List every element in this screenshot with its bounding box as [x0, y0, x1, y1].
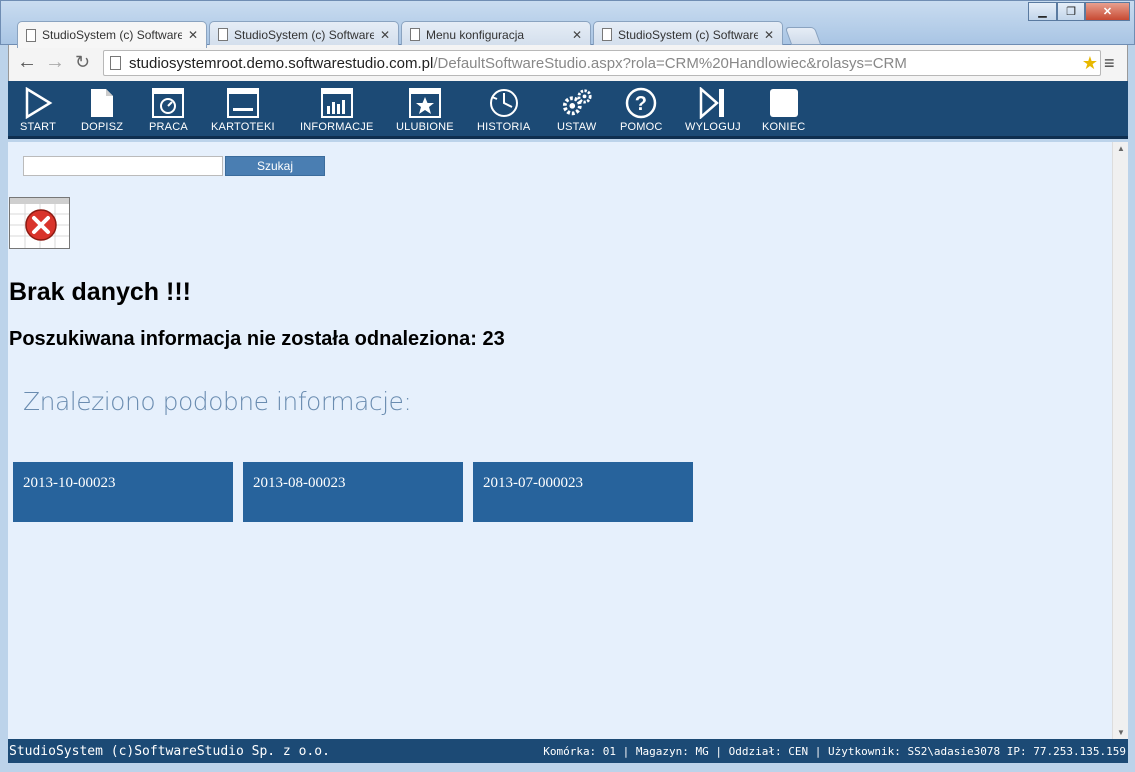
nav-koniec[interactable]: KONIEC — [762, 87, 805, 133]
address-bar[interactable]: studiosystemroot.demo.softwarestudio.com… — [103, 50, 1101, 76]
window-frame-bottom — [0, 763, 1135, 772]
browser-titlebar: StudioSystem (c) Software ✕ StudioSystem… — [0, 0, 1135, 48]
minimize-icon[interactable]: ▁ — [1028, 2, 1057, 21]
window-icon — [226, 87, 259, 119]
tab-title: StudioSystem (c) Software — [234, 27, 374, 42]
not-found-message: Poszukiwana informacja nie została odnal… — [9, 328, 505, 350]
nav-ulubione[interactable]: ULUBIONE — [396, 87, 454, 133]
bar-chart-icon — [320, 87, 353, 119]
page-icon — [218, 28, 228, 41]
app-navigation: START DOPISZ PRACA KARTOTEKI INFORMACJE … — [8, 81, 1128, 139]
browser-tab-2[interactable]: StudioSystem (c) Software ✕ — [209, 21, 399, 47]
page-icon — [26, 28, 36, 42]
close-tab-icon[interactable]: ✕ — [572, 28, 582, 42]
window-clock-icon — [152, 87, 185, 119]
new-tab-button[interactable] — [784, 27, 822, 45]
reload-icon[interactable]: ↻ — [75, 52, 90, 73]
nav-historia[interactable]: HISTORIA — [477, 87, 530, 133]
nav-label: HISTORIA — [477, 121, 531, 133]
nav-label: INFORMACJE — [300, 121, 374, 133]
window-close-icon[interactable]: ✕ — [1085, 2, 1130, 21]
close-tab-icon[interactable]: ✕ — [188, 28, 198, 42]
result-tile[interactable]: 2013-10-00023 — [13, 462, 233, 522]
close-tab-icon[interactable]: ✕ — [764, 28, 774, 42]
nav-wyloguj[interactable]: WYLOGUJ — [685, 87, 741, 133]
search-input[interactable] — [23, 156, 223, 176]
nav-label: ULUBIONE — [396, 121, 454, 133]
page-icon — [110, 56, 121, 70]
svg-text:?: ? — [635, 93, 647, 115]
bookmark-star-icon[interactable]: ★ — [1082, 53, 1098, 74]
square-icon — [768, 87, 800, 119]
page-icon — [602, 28, 612, 41]
document-icon — [86, 87, 118, 119]
vertical-scrollbar[interactable]: ▲ ▼ — [1112, 142, 1128, 739]
logout-icon — [697, 87, 729, 119]
page-icon — [410, 28, 420, 41]
status-company: StudioSystem (c)SoftwareStudio Sp. z o.o… — [9, 743, 330, 759]
nav-informacje[interactable]: INFORMACJE — [300, 87, 374, 133]
result-tile[interactable]: 2013-08-00023 — [243, 462, 463, 522]
tab-title: StudioSystem (c) Software — [42, 28, 182, 42]
browser-menu-icon[interactable]: ≡ — [1104, 53, 1115, 74]
no-data-error-icon — [9, 197, 70, 249]
status-session-info: Komórka: 01 | Magazyn: MG | Oddział: CEN… — [543, 744, 1126, 758]
nav-dopisz[interactable]: DOPISZ — [81, 87, 123, 133]
nav-label: POMOC — [620, 121, 663, 133]
no-data-title: Brak danych !!! — [9, 278, 191, 306]
browser-toolbar: ← → ↻ studiosystemroot.demo.softwarestud… — [8, 45, 1128, 81]
nav-label: KARTOTEKI — [211, 121, 275, 133]
scroll-down-icon[interactable]: ▼ — [1117, 728, 1125, 737]
browser-tab-4[interactable]: StudioSystem (c) Software ✕ — [593, 21, 783, 47]
star-window-icon — [408, 87, 441, 119]
search-button[interactable]: Szukaj — [225, 156, 325, 176]
history-icon — [488, 87, 520, 119]
nav-label: PRACA — [149, 121, 188, 133]
close-tab-icon[interactable]: ✕ — [380, 28, 390, 42]
nav-pomoc[interactable]: ? POMOC — [620, 87, 663, 133]
play-icon — [22, 87, 54, 119]
status-bar: StudioSystem (c)SoftwareStudio Sp. z o.o… — [8, 739, 1128, 763]
gears-icon — [561, 87, 593, 119]
back-icon[interactable]: ← — [17, 51, 37, 74]
maximize-icon[interactable]: ❐ — [1057, 2, 1085, 21]
nav-start[interactable]: START — [20, 87, 56, 133]
help-icon: ? — [625, 87, 657, 119]
nav-label: WYLOGUJ — [685, 121, 741, 133]
similar-results-title: Znaleziono podobne informacje: — [23, 387, 412, 416]
tab-title: StudioSystem (c) Software — [618, 27, 758, 42]
nav-kartoteki[interactable]: KARTOTEKI — [211, 87, 275, 133]
nav-label: USTAW — [557, 121, 597, 133]
browser-tab-1[interactable]: StudioSystem (c) Software ✕ — [17, 21, 207, 48]
tab-title: Menu konfiguracja — [426, 27, 525, 42]
nav-label: KONIEC — [762, 121, 806, 133]
url-path: /DefaultSoftwareStudio.aspx?rola=CRM%20H… — [433, 54, 907, 72]
nav-label: START — [20, 121, 57, 133]
forward-icon[interactable]: → — [45, 51, 65, 74]
browser-tab-3[interactable]: Menu konfiguracja ✕ — [401, 21, 591, 47]
nav-label: DOPISZ — [81, 121, 124, 133]
result-tile[interactable]: 2013-07-000023 — [473, 462, 693, 522]
page-content: Szukaj Brak danych !!! Poszukiwana infor… — [8, 142, 1112, 739]
url-host: studiosystemroot.demo.softwarestudio.com… — [129, 54, 434, 72]
nav-praca[interactable]: PRACA — [149, 87, 188, 133]
nav-ustaw[interactable]: USTAW — [557, 87, 597, 133]
scroll-up-icon[interactable]: ▲ — [1117, 144, 1125, 153]
